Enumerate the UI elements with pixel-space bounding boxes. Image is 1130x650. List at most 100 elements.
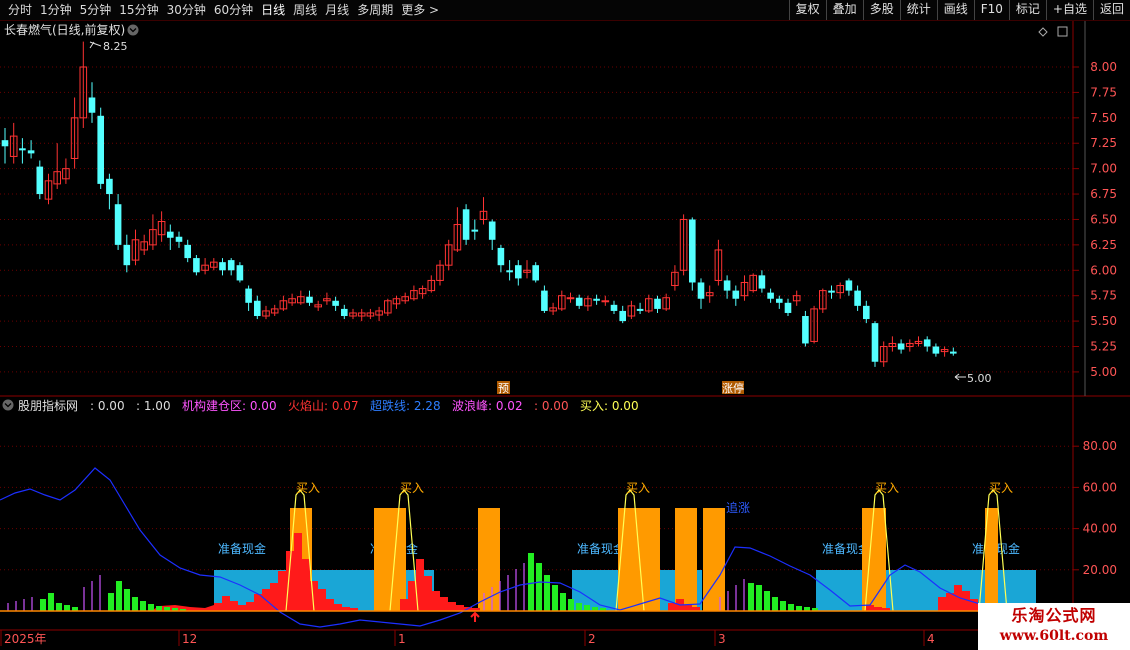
fire-bar-28 [668,603,676,611]
toolbar-action-5[interactable]: F10 [973,0,1009,20]
candle-17 [149,214,157,250]
candle-43 [375,306,383,322]
candle-body [802,316,809,344]
period-tab-7[interactable]: 周线 [289,0,321,20]
candle-body [610,304,618,311]
candle-81 [705,285,714,303]
candle-92 [802,310,809,347]
candle-97 [845,278,853,296]
candle-7 [62,158,70,184]
stock-chart[interactable]: 8.00 7.75 7.50 7.25 7.00 6.75 6.50 6.25 6.00 5.75… [0,0,1130,650]
period-tab-9[interactable]: 多周期 [353,0,397,20]
candle-body [654,298,661,309]
period-tab-1[interactable]: 1分钟 [36,0,76,20]
candle-27 [236,262,244,283]
candle-body [341,308,348,317]
toolbar-action-8[interactable]: 返回 [1092,0,1130,20]
site-watermark: 乐淘公式网 www.60lt.com [978,603,1130,650]
x-axis-label-0: 2025年 [4,632,47,646]
candle-19 [167,224,174,250]
candle-106 [923,336,931,352]
green-bar-21 [576,603,582,611]
candle-29 [254,295,261,320]
indicator-value-6: : 0.00 [534,399,569,413]
price-tick-label: 7.00 [1090,162,1117,176]
candle-104 [906,339,914,352]
green-bar-2 [56,603,62,611]
period-tab-3[interactable]: 15分钟 [115,0,162,20]
candle-body [828,290,835,293]
candle-37 [323,292,331,305]
toolbar-action-2[interactable]: 多股 [862,0,900,20]
candle-9 [79,41,88,128]
candle-body [245,288,252,303]
candle-68 [593,294,600,305]
price-tick-label: 7.25 [1090,136,1117,150]
candle-100 [871,321,879,367]
candle-body [767,292,774,299]
fire-bar-11 [302,559,310,611]
candle-80 [697,278,705,309]
price-tick-label: 7.75 [1090,85,1117,99]
candle-52 [453,207,462,252]
candle-39 [341,304,348,320]
buy-zone-4 [675,508,697,611]
candle-64 [558,290,566,311]
period-tab-4[interactable]: 30分钟 [163,0,210,20]
candle-10 [88,82,96,123]
green-bar-5 [108,593,114,611]
indicator-tick-label: 80.00 [1083,439,1117,453]
x-axis-label-4: 3 [718,632,726,646]
high-arrow-icon [89,41,102,49]
candle-body [19,148,26,151]
candle-4 [36,160,44,200]
candle-71 [619,305,626,324]
toolbar-action-7[interactable]: +自选 [1045,0,1093,20]
period-tab-10[interactable]: 更多 > [397,0,443,20]
toolbar-action-0[interactable]: 复权 [788,0,826,20]
candle-56 [488,219,496,250]
candle-84 [732,285,740,306]
candle-82 [714,239,723,286]
diamond-icon [1038,27,1048,37]
period-tab-6[interactable]: 日线 [257,0,289,20]
green-bar-20 [568,599,574,611]
fire-bar-18 [400,599,408,611]
period-tabs: 分时 1分钟 5分钟 15分钟 30分钟 60分钟 日线 周线 月线 多周期 更多 > [4,0,443,20]
candle-body [1,140,9,147]
candle-body [950,351,957,354]
green-bar-1 [48,593,54,611]
cash-label-2: 准备现金 [577,541,625,556]
candle-28 [245,285,252,311]
candle-body [184,244,191,259]
toolbar-action-3[interactable]: 统计 [899,0,937,20]
candle-body [723,280,731,291]
candle-body [193,258,200,273]
period-tab-0[interactable]: 分时 [4,0,36,20]
period-tab-2[interactable]: 5分钟 [76,0,116,20]
candle-14 [123,234,131,273]
candle-72 [627,300,636,320]
candle-88 [767,288,774,303]
candle-55 [479,197,488,225]
toolbar-action-4[interactable]: 画线 [936,0,974,20]
price-tick-label: 7.50 [1090,111,1117,125]
candle-67 [584,295,592,311]
toolbar-action-6[interactable]: 标记 [1008,0,1046,20]
candle-51 [444,239,453,271]
marker-pre-label: 预 [498,382,509,395]
buy-zone-1 [374,508,406,611]
price-tick-label: 6.25 [1090,238,1117,252]
indicator-tick-label: 40.00 [1083,522,1117,536]
green-bar-29 [780,601,786,611]
candle-body [854,290,861,306]
candle-46 [401,292,409,304]
toolbar-action-1[interactable]: 叠加 [825,0,863,20]
fire-bar-13 [318,589,326,611]
candle-25 [219,258,226,276]
candle-body [758,275,766,289]
chart-title: 长春燃气(日线,前复权) [4,22,125,37]
period-tab-8[interactable]: 月线 [321,0,353,20]
candle-body [776,298,783,303]
period-tab-5[interactable]: 60分钟 [210,0,257,20]
